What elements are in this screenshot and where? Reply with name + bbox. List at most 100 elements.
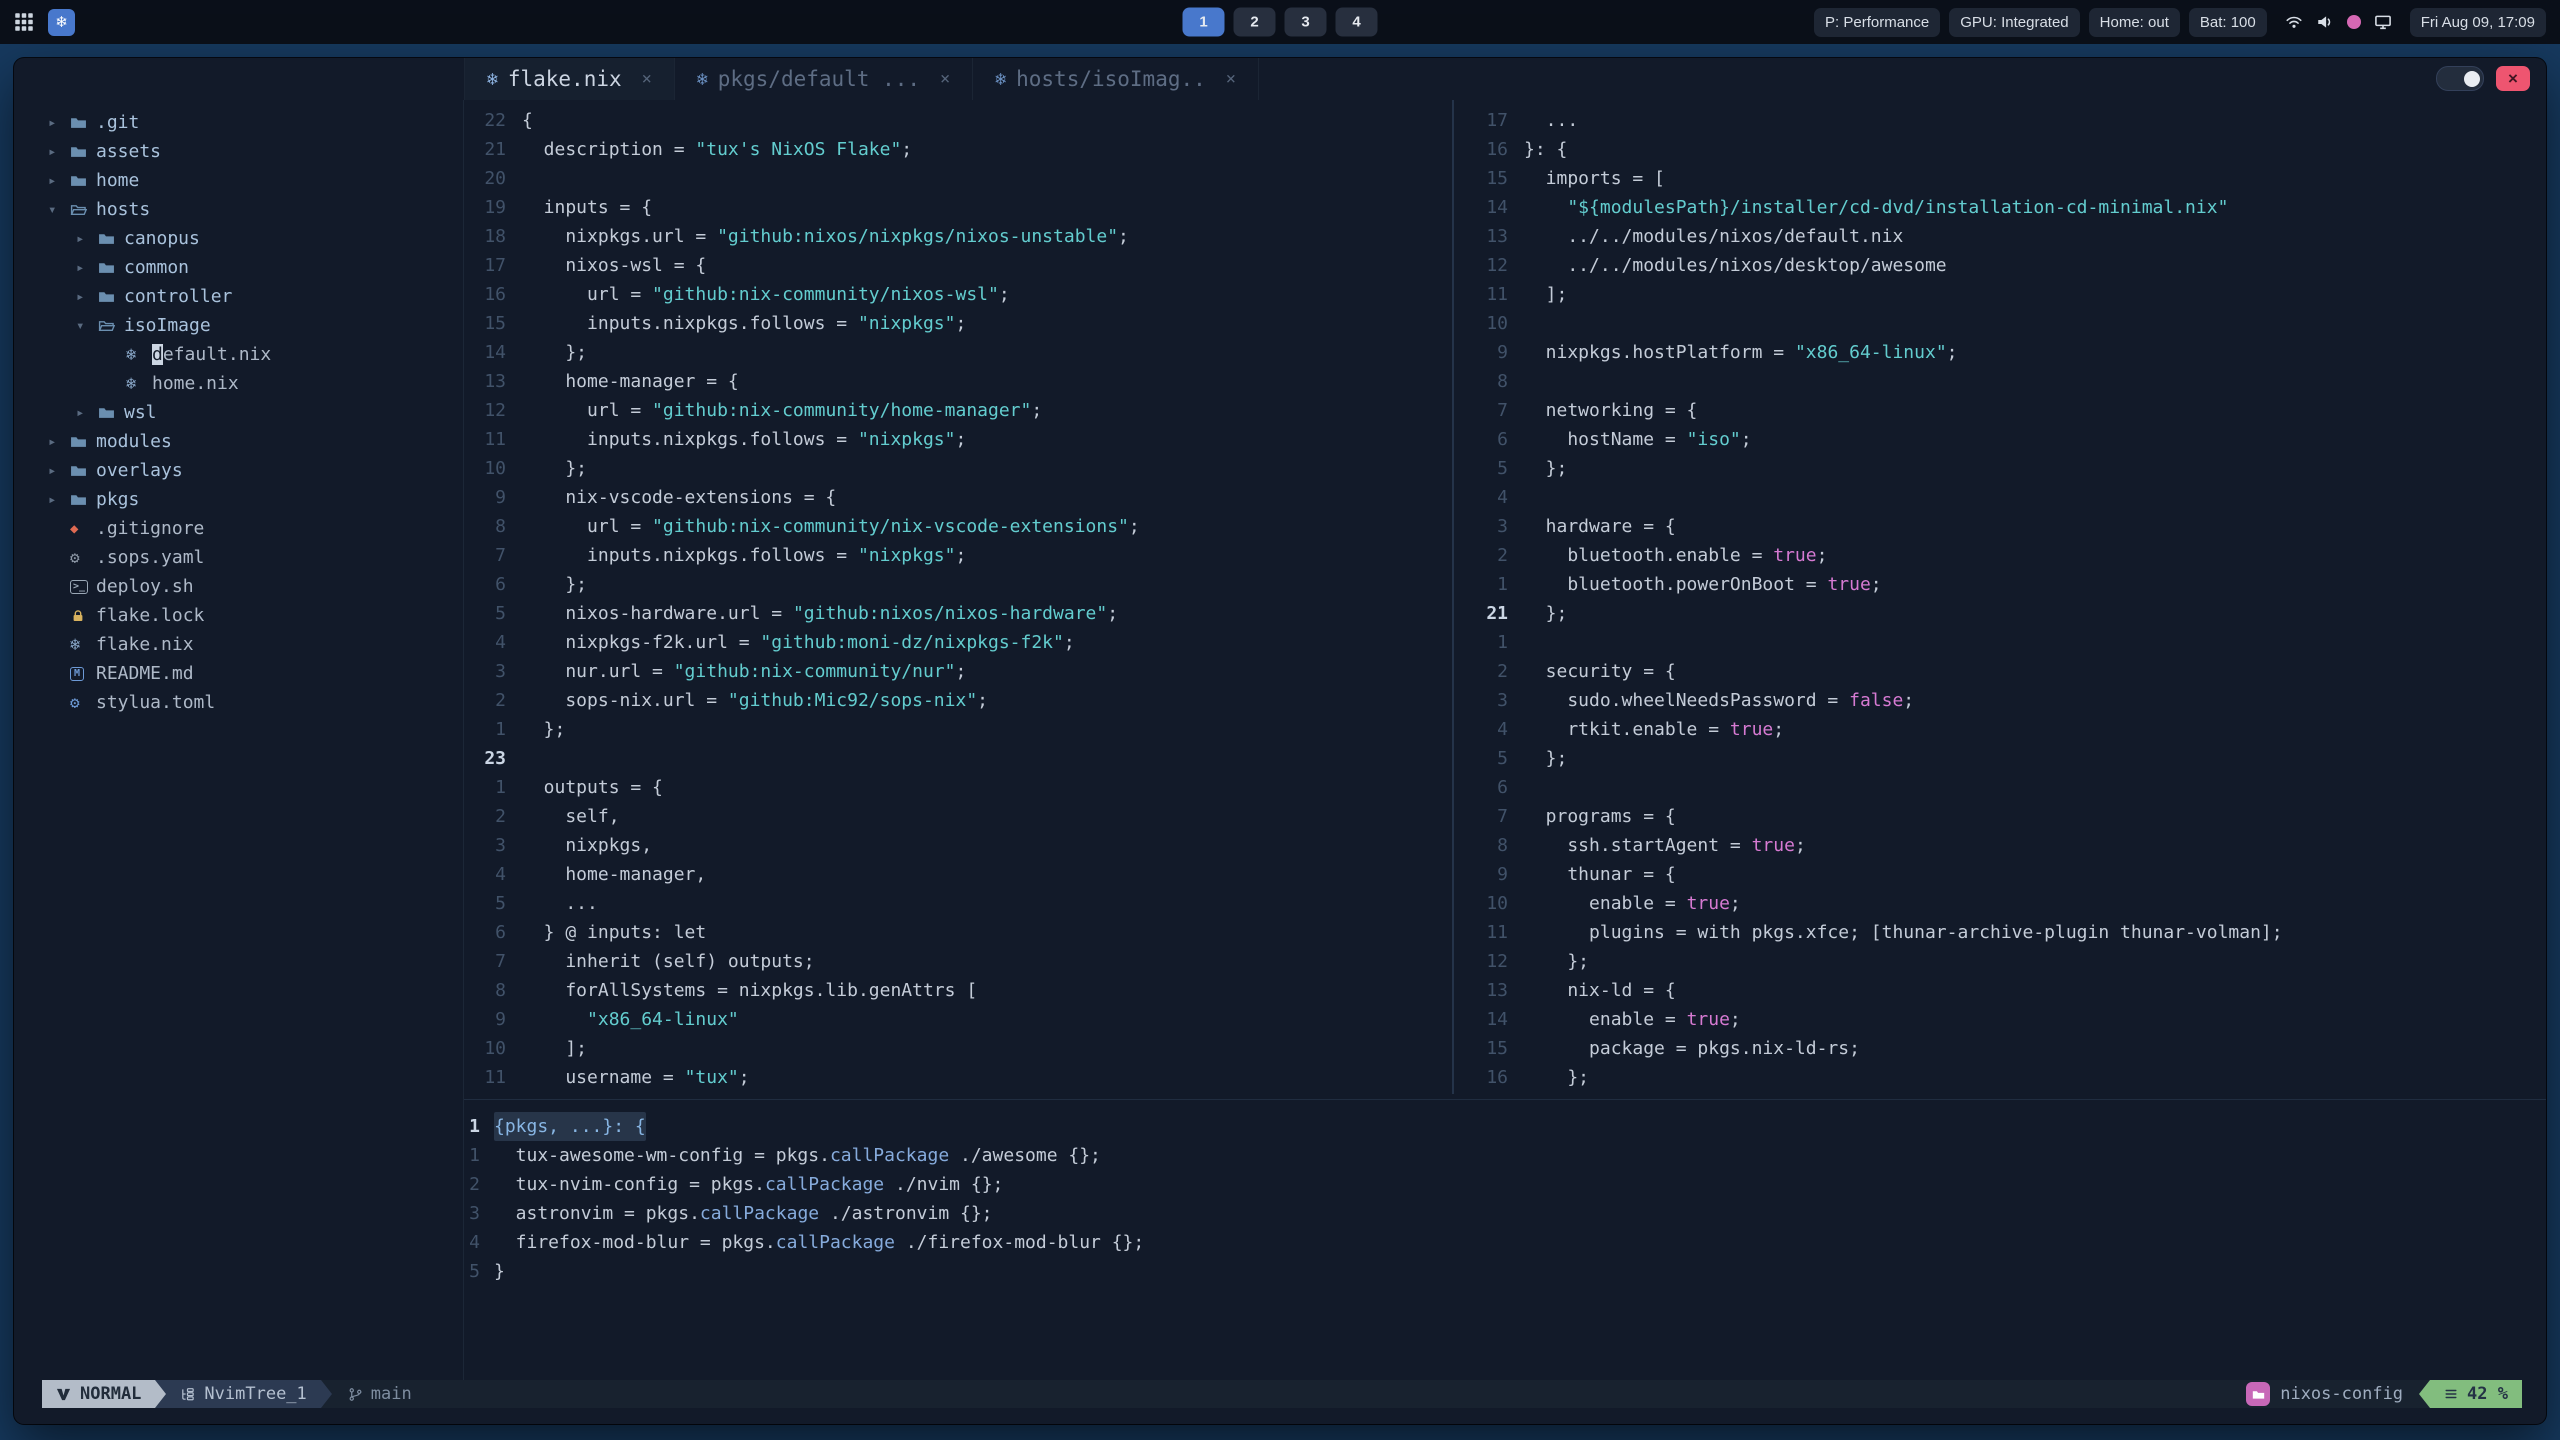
- git-icon: ◆: [70, 520, 79, 537]
- line-number: 16: [484, 284, 506, 305]
- tree-item-modules[interactable]: ▸ modules: [48, 427, 463, 456]
- line-number: 13: [1486, 226, 1508, 247]
- chevron-right-icon: ▸: [48, 491, 57, 508]
- nix-icon: ❄: [70, 634, 81, 655]
- tree-item-stylua-toml[interactable]: ⚙ stylua.toml: [48, 688, 463, 717]
- display-icon[interactable]: [2374, 13, 2392, 31]
- code-line: 7 networking = {: [1466, 396, 2546, 425]
- tree-item-overlays[interactable]: ▸ overlays: [48, 456, 463, 485]
- toggle-switch[interactable]: [2436, 66, 2484, 91]
- buffer-label: NvimTree_1: [204, 1384, 307, 1404]
- tree-item-isoimage[interactable]: ▾ isoImage: [48, 311, 463, 340]
- line-number: 1: [1497, 632, 1508, 653]
- tree-item-deploy-sh[interactable]: >_ deploy.sh: [48, 572, 463, 601]
- volume-icon[interactable]: [2316, 13, 2334, 31]
- code-text: inputs.nixpkgs.follows = "nixpkgs";: [522, 545, 967, 566]
- project-folder-icon: [2246, 1382, 2271, 1406]
- tree-item-assets[interactable]: ▸ assets: [48, 137, 463, 166]
- tab-pkgs-default-[interactable]: ❄ pkgs/default ... ×: [675, 58, 974, 100]
- code-text: sudo.wheelNeedsPassword = false;: [1524, 690, 1915, 711]
- close-button[interactable]: ×: [2496, 66, 2530, 91]
- code-line: 4: [1466, 483, 2546, 512]
- tree-item-flake-nix[interactable]: ❄ flake.nix: [48, 630, 463, 659]
- line-number: 15: [484, 313, 506, 334]
- line-number: 12: [1486, 255, 1508, 276]
- buffer-indicator[interactable]: NvimTree_1: [166, 1380, 321, 1408]
- record-icon[interactable]: [2346, 15, 2361, 29]
- code-text: ...: [522, 893, 598, 914]
- workspace-button-2[interactable]: 2: [1233, 7, 1276, 37]
- tree-item--git[interactable]: ▸ .git: [48, 108, 463, 137]
- line-number: 3: [495, 835, 506, 856]
- tab-close-icon[interactable]: ×: [1226, 69, 1236, 89]
- code-line: 3 hardware = {: [1466, 512, 2546, 541]
- chevron-right-icon: ▸: [48, 143, 57, 160]
- code-text: nixpkgs.hostPlatform = "x86_64-linux";: [1524, 342, 1958, 363]
- folder-icon: [70, 172, 96, 189]
- titlebar: ❄ flake.nix × ❄ pkgs/default ... × ❄ hosts/isoI…: [14, 58, 2546, 100]
- tree-item-wsl[interactable]: ▸ wsl: [48, 398, 463, 427]
- code-line: 14 "${modulesPath}/installer/cd-dvd/inst…: [1466, 193, 2546, 222]
- percent-label: 42 %: [2467, 1384, 2508, 1404]
- tree-item--sops-yaml[interactable]: ⚙ .sops.yaml: [48, 543, 463, 572]
- code-text: ../../modules/nixos/desktop/awesome: [1524, 255, 1947, 276]
- code-text: }: {: [1524, 139, 1568, 160]
- workspace-button-3[interactable]: 3: [1284, 7, 1327, 37]
- chevron-right-icon: ▸: [76, 230, 85, 247]
- tab-flake-nix[interactable]: ❄ flake.nix ×: [464, 58, 675, 100]
- powerline-separator: [155, 1380, 167, 1408]
- tree-item-default-nix[interactable]: ❄ default.nix: [48, 340, 463, 369]
- line-number: 22: [484, 110, 506, 131]
- editor-pane-pkgs-default[interactable]: 1 {pkgs, ...}: {1 tux-awesome-wm-config =…: [464, 1106, 2546, 1380]
- code-text: } @ inputs: let: [522, 922, 707, 943]
- line-number: 17: [1486, 110, 1508, 131]
- powerline-separator: [320, 1380, 332, 1408]
- tab-hosts-isoimag-[interactable]: ❄ hosts/isoImag.. ×: [973, 58, 1260, 100]
- line-number: 19: [484, 197, 506, 218]
- launcher-icon[interactable]: ❄: [48, 8, 75, 36]
- code-line: 13 home-manager = {: [464, 367, 1452, 396]
- folder-open-icon: [98, 317, 124, 334]
- line-number: 3: [1497, 516, 1508, 537]
- tree-item-label: hosts: [96, 199, 151, 220]
- tab-close-icon[interactable]: ×: [940, 69, 950, 89]
- tree-item-canopus[interactable]: ▸ canopus: [48, 224, 463, 253]
- tree-item-hosts[interactable]: ▾ hosts: [48, 195, 463, 224]
- code-text: };: [522, 574, 588, 595]
- tree-item-flake-lock[interactable]: flake.lock: [48, 601, 463, 630]
- workspace-button-4[interactable]: 4: [1335, 7, 1378, 37]
- code-text: bluetooth.enable = true;: [1524, 545, 1828, 566]
- line-number: 11: [1486, 922, 1508, 943]
- apps-grid-icon[interactable]: [14, 12, 34, 32]
- file-tree[interactable]: ▸ .git ▸ assets ▸ home ▾ hosts ▸ canopus ▸ common ▸ c…: [14, 100, 464, 1380]
- tree-item-controller[interactable]: ▸ controller: [48, 282, 463, 311]
- code-line: 3 astronvim = pkgs.callPackage ./astronv…: [464, 1199, 2546, 1228]
- code-line: 7 inherit (self) outputs;: [464, 947, 1452, 976]
- tree-item-home-nix[interactable]: ❄ home.nix: [48, 369, 463, 398]
- toggle-knob: [2464, 70, 2480, 87]
- code-text: home-manager,: [522, 864, 707, 885]
- tree-item-label: .gitignore: [96, 518, 205, 539]
- line-number: 16: [1486, 139, 1508, 160]
- tree-item--gitignore[interactable]: ◆ .gitignore: [48, 514, 463, 543]
- tree-item-pkgs[interactable]: ▸ pkgs: [48, 485, 463, 514]
- line-number: 11: [1486, 284, 1508, 305]
- editor-pane-flake-nix[interactable]: 22{21 description = "tux's NixOS Flake";…: [464, 100, 1452, 1094]
- wifi-icon[interactable]: [2285, 13, 2303, 31]
- code-text: astronvim = pkgs.callPackage ./astronvim…: [494, 1203, 993, 1224]
- code-text: };: [1524, 951, 1590, 972]
- tree-item-common[interactable]: ▸ common: [48, 253, 463, 282]
- tree-item-home[interactable]: ▸ home: [48, 166, 463, 195]
- code-text: };: [1524, 748, 1568, 769]
- workspace-button-1[interactable]: 1: [1182, 7, 1225, 37]
- tab-close-icon[interactable]: ×: [642, 69, 652, 89]
- code-text: home-manager = {: [522, 371, 739, 392]
- code-line: 3 sudo.wheelNeedsPassword = false;: [1466, 686, 2546, 715]
- code-line: 21 };: [1466, 599, 2546, 628]
- tree-item-readme-md[interactable]: M README.md: [48, 659, 463, 688]
- chevron-down-icon: ▾: [76, 317, 85, 334]
- mode-label: NORMAL: [80, 1384, 142, 1404]
- nix-icon: ❄: [995, 68, 1007, 90]
- code-line: 4 home-manager,: [464, 860, 1452, 889]
- editor-pane-iso-image[interactable]: 17 ... 16}: {15 imports = [14 "${modulesP…: [1454, 100, 2546, 1094]
